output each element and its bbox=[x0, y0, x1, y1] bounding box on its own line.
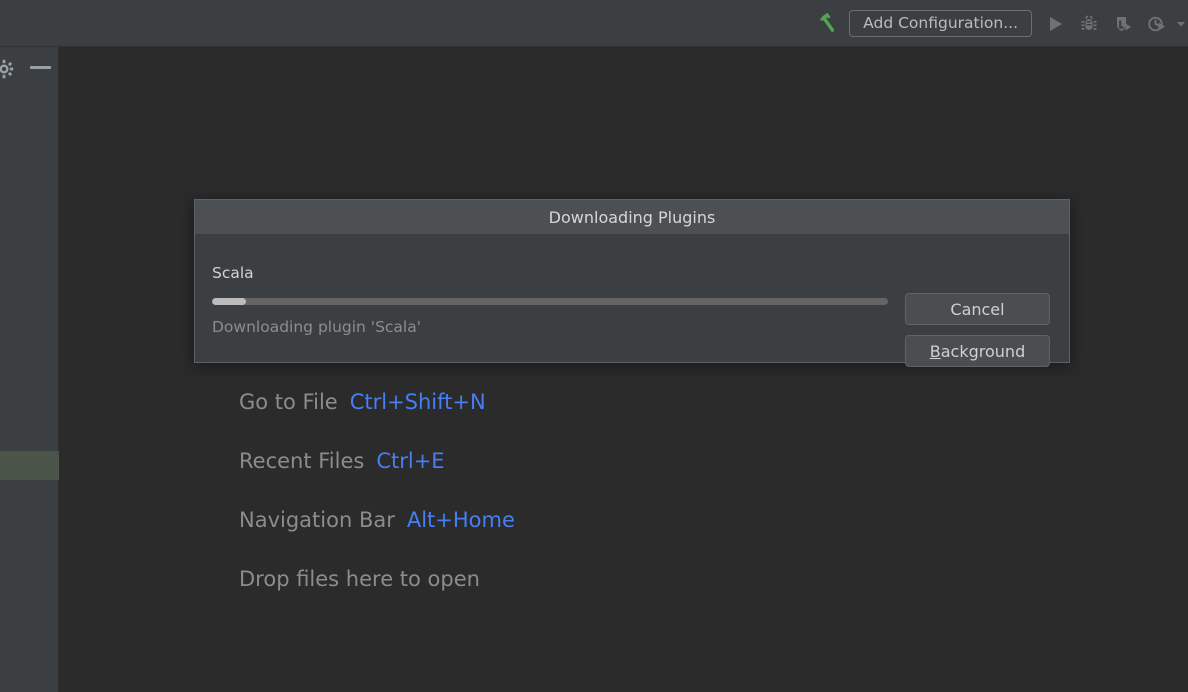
gear-icon[interactable] bbox=[0, 58, 15, 80]
background-button-label: ackground bbox=[940, 341, 1026, 361]
sidebar-selected-item[interactable] bbox=[0, 451, 59, 480]
background-button-mnemonic: B bbox=[929, 341, 941, 361]
progress-bar bbox=[212, 297, 888, 305]
cancel-button-label: Cancel bbox=[950, 299, 1005, 319]
dialog-titlebar: Downloading Plugins bbox=[195, 200, 1069, 235]
shortcut-go-to-file: Go to File Ctrl+Shift+N bbox=[239, 372, 515, 431]
shortcut-hints-list: Go to File Ctrl+Shift+N Recent Files Ctr… bbox=[239, 372, 515, 608]
add-configuration-label: Add Configuration... bbox=[863, 13, 1018, 32]
minimize-bar bbox=[30, 66, 51, 69]
cancel-button[interactable]: Cancel bbox=[905, 293, 1050, 325]
run-with-coverage-icon[interactable] bbox=[1106, 7, 1140, 41]
shortcut-recent-files: Recent Files Ctrl+E bbox=[239, 431, 515, 490]
main-toolbar: Add Configuration... bbox=[0, 0, 1188, 47]
shortcut-key: Ctrl+E bbox=[376, 448, 445, 473]
shortcut-label: Recent Files bbox=[239, 448, 365, 473]
shortcut-key: Alt+Home bbox=[406, 507, 515, 532]
run-toolbar-group: Add Configuration... bbox=[813, 0, 1188, 47]
hammer-icon[interactable] bbox=[813, 7, 847, 41]
drop-files-label: Drop files here to open bbox=[239, 566, 480, 591]
progress-task-name: Scala bbox=[212, 264, 254, 282]
background-button[interactable]: Background bbox=[905, 335, 1050, 367]
ide-window: Add Configuration... Go to File Ctrl+Shi… bbox=[0, 0, 1188, 692]
dialog-body: Scala Downloading plugin 'Scala' Cancel … bbox=[195, 235, 1069, 367]
minimize-icon[interactable] bbox=[30, 66, 51, 70]
chevron-down-icon[interactable] bbox=[1174, 7, 1188, 41]
dialog-title: Downloading Plugins bbox=[548, 207, 716, 227]
run-icon[interactable] bbox=[1038, 7, 1072, 41]
add-configuration-button[interactable]: Add Configuration... bbox=[849, 10, 1032, 37]
run-with-profiler-icon[interactable] bbox=[1140, 7, 1174, 41]
drop-files-hint: Drop files here to open bbox=[239, 549, 515, 608]
shortcut-label: Go to File bbox=[239, 389, 338, 414]
dialog-button-group: Cancel Background bbox=[905, 293, 1050, 367]
debug-bug-icon[interactable] bbox=[1072, 7, 1106, 41]
progress-status-text: Downloading plugin 'Scala' bbox=[212, 317, 421, 336]
left-tool-window-panel bbox=[0, 47, 59, 692]
tool-window-header bbox=[0, 47, 59, 89]
progress-bar-fill bbox=[212, 297, 246, 305]
editor-empty-area: Go to File Ctrl+Shift+N Recent Files Ctr… bbox=[60, 47, 1188, 692]
shortcut-key: Ctrl+Shift+N bbox=[349, 389, 486, 414]
shortcut-navigation-bar: Navigation Bar Alt+Home bbox=[239, 490, 515, 549]
downloading-plugins-dialog: Downloading Plugins Scala Downloading pl… bbox=[194, 199, 1070, 367]
progress-area: Scala Downloading plugin 'Scala' bbox=[212, 264, 888, 336]
shortcut-label: Navigation Bar bbox=[239, 507, 395, 532]
